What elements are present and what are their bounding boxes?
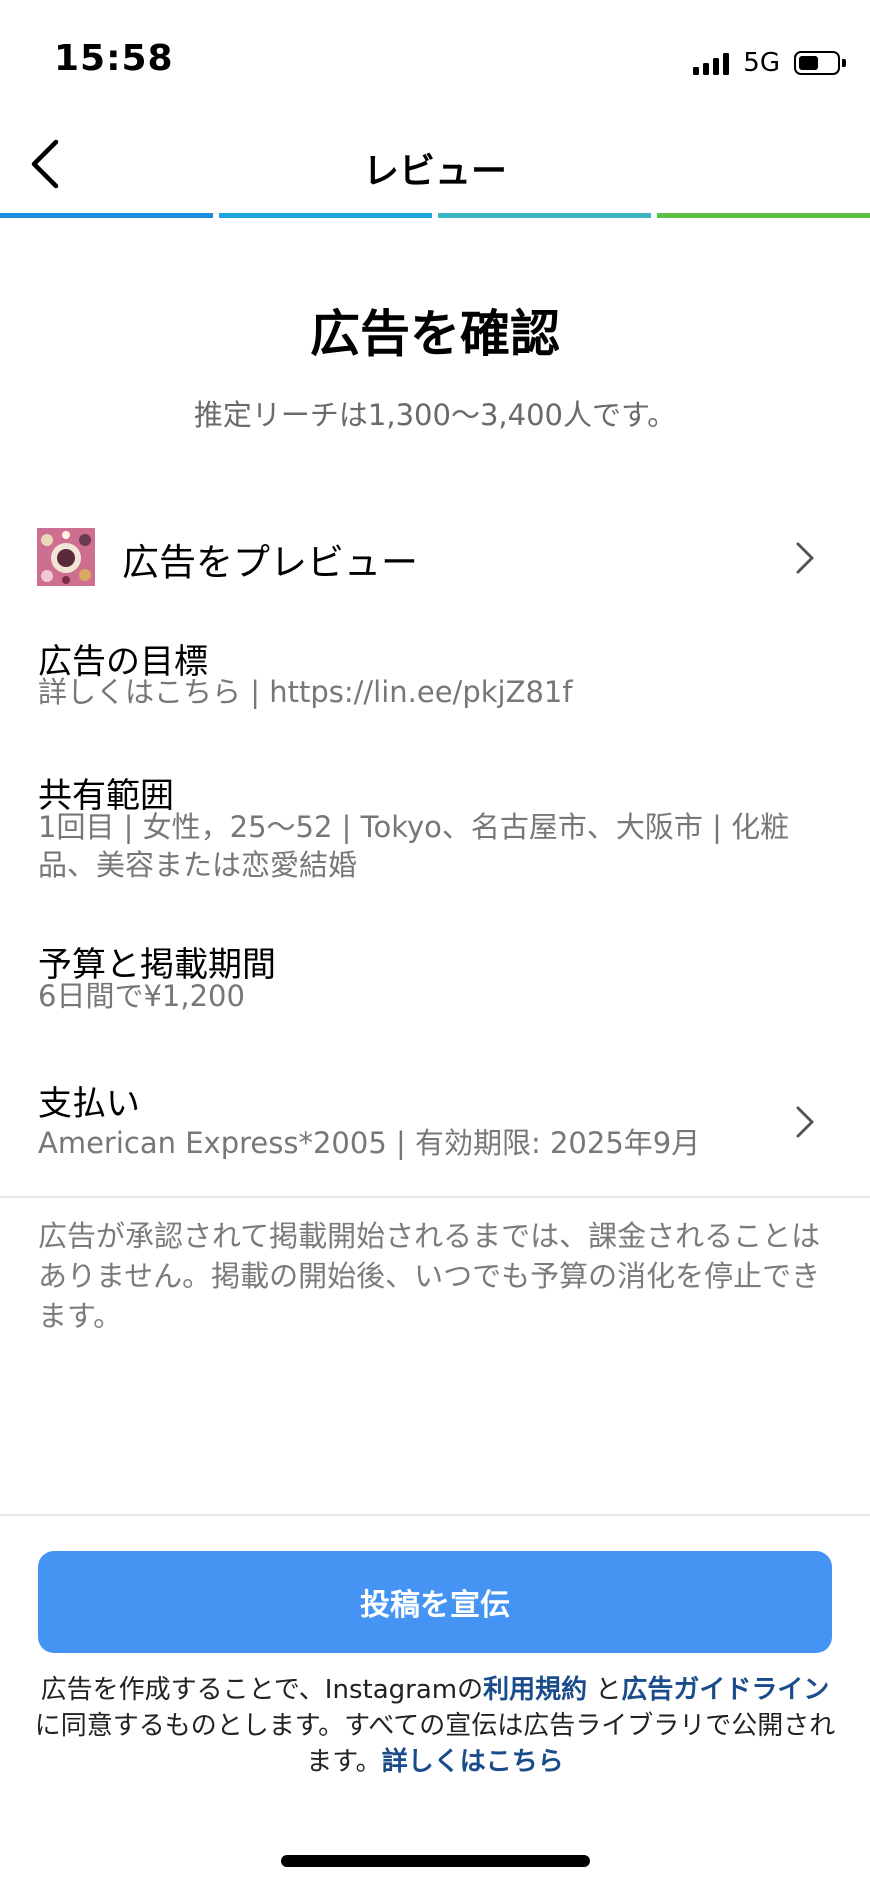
status-icons: 5G [693,46,846,80]
objective-value: 詳しくはこちら | https://lin.ee/pkjZ81f [38,675,573,709]
chevron-right-icon [796,1106,814,1138]
promote-post-button[interactable]: 投稿を宣伝 [38,1551,832,1653]
estimated-reach: 推定リーチは1,300〜3,400人です。 [193,398,677,432]
audience-value: 1回目 | 女性，25〜52 | Tokyo、名古屋市、大阪市 | 化粧品、美容… [38,810,790,882]
progress-segment-3 [438,213,651,218]
payment-value: American Express*2005 | 有効期限: 2025年9月 [38,1126,701,1160]
footer-divider [0,1514,870,1516]
billing-notice: 広告が承認されて掲載開始されるまでは、課金されることはありません。掲載の開始後、… [38,1219,821,1333]
home-indicator[interactable] [281,1855,590,1867]
progress-segment-4 [657,213,870,218]
cellular-signal-icon [693,51,730,75]
learn-more-link[interactable]: 詳しくはこちら [382,1747,564,1777]
battery-icon [794,51,846,75]
network-type: 5G [743,48,780,78]
chevron-right-icon [796,542,814,574]
page-title: 広告を確認 [310,305,560,363]
payment-row[interactable]: 支払い American Express*2005 | 有効期限: 2025年9… [0,1070,870,1166]
status-time: 15:58 [54,38,174,79]
legal-prefix: 広告を作成することで、Instagramの [40,1675,484,1705]
progress-segment-2 [219,213,432,218]
progress-segment-1 [0,213,213,218]
ad-preview-row[interactable]: 広告をプレビュー [0,518,870,596]
header-title: レビュー [362,151,507,192]
legal-text: 広告を作成することで、Instagramの利用規約 と広告ガイドラインに同意する… [30,1672,840,1780]
budget-value: 6日間で¥1,200 [38,979,245,1013]
legal-and: と [587,1675,622,1705]
ad-thumbnail [37,528,95,586]
step-progress-bar [0,213,870,218]
terms-link[interactable]: 利用規約 [483,1675,587,1705]
ad-guidelines-link[interactable]: 広告ガイドライン [621,1675,829,1705]
payment-title: 支払い [38,1084,140,1124]
ad-preview-label: 広告をプレビュー [122,541,418,584]
section-divider [0,1196,870,1198]
